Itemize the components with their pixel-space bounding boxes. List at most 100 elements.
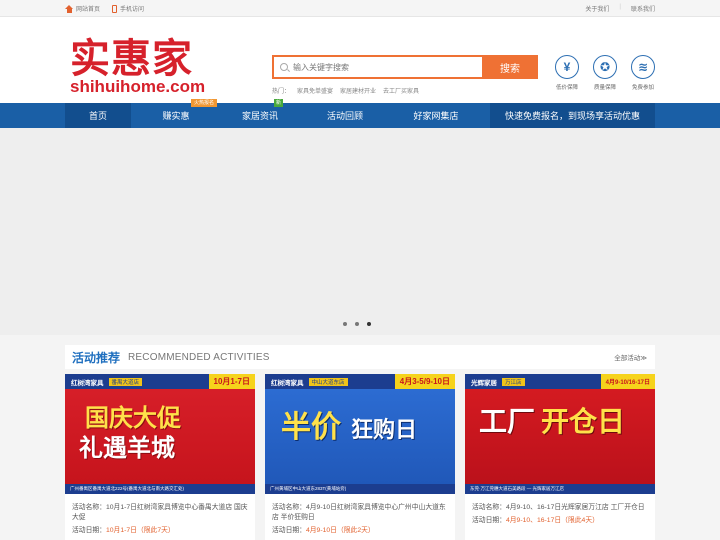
- activity-date-row: 活动日期：10月1-7日（限此7天）: [72, 526, 248, 536]
- activity-name-row: 活动名称：10月1-7日红树湾家具博览中心番禺大道店 国庆大促: [72, 503, 248, 523]
- logo-domain: shihuihome.com: [70, 77, 206, 96]
- contact-link[interactable]: 联系我们: [631, 4, 655, 13]
- poster-date: 10月1-7日: [208, 374, 255, 389]
- main-nav: 首页 赚实惠 火热报名 家居资讯 新 活动回顾 好家网集店 快速免费报名，到现场…: [0, 99, 720, 128]
- poster-brand: 光辉家居: [471, 379, 497, 387]
- nav-signup-cta[interactable]: 快速免费报名，到现场享活动优惠: [490, 103, 655, 128]
- nav-item-label: 家居资讯: [241, 111, 278, 121]
- home-link-label: 网站首页: [76, 7, 101, 13]
- activities-section: 活动推荐 RECOMMENDED ACTIVITIES 全部活动≫ 红树湾家具 …: [0, 335, 720, 540]
- all-activities-link[interactable]: 全部活动≫: [614, 352, 647, 362]
- poster-headline: 礼遇羊城: [79, 434, 175, 462]
- medal-icon: ✪: [593, 55, 617, 79]
- badge-low-price: ¥ 低价保障: [555, 55, 579, 91]
- nav-item-review[interactable]: 活动回顾: [299, 103, 391, 128]
- activity-date: 10月1-7日: [105, 527, 137, 534]
- search-input[interactable]: 输入关键字搜索: [272, 55, 482, 79]
- mobile-link-label: 手机访问: [120, 7, 145, 13]
- activity-info: 活动名称：4月9-10、16-17日光辉家居万江店 工厂开仓日 活动日期：4月9…: [465, 494, 655, 526]
- header: 实惠家 shihuihome.com 输入关键字搜索 搜索 热门： 家具免单盛宴…: [0, 17, 720, 103]
- site-logo[interactable]: 实惠家 shihuihome.com: [70, 37, 210, 96]
- search-icon: [280, 63, 288, 71]
- hot-label: 热门：: [272, 89, 291, 95]
- activity-poster[interactable]: 红树湾家具 中山大道东店 4月3-5/9-10日 半价 狂购日 广州黄埔区中山大…: [265, 374, 455, 494]
- hero-banner[interactable]: [0, 128, 720, 335]
- nav-item-label: 赚实惠: [162, 111, 190, 121]
- poster-date: 4月9-10/16-17日: [600, 374, 655, 389]
- home-icon: [65, 4, 73, 13]
- badge-label: 免费参加: [631, 85, 654, 91]
- home-link[interactable]: 网站首页: [65, 4, 100, 13]
- separator: |: [619, 4, 621, 10]
- hot-term[interactable]: 去工厂买家具: [383, 86, 419, 95]
- activity-poster[interactable]: 红树湾家具 番禺大道店 10月1-7日 国庆大促 礼遇羊城 广州番禺区番禺大道北…: [65, 374, 255, 494]
- hot-term[interactable]: 家居建材开业: [340, 86, 376, 95]
- yen-icon: ¥: [555, 55, 579, 79]
- activity-poster[interactable]: 光辉家居 万江店 4月9-10/16-17日 工厂 开仓日 东莞·万江莞穗大道石…: [465, 374, 655, 494]
- section-header: 活动推荐 RECOMMENDED ACTIVITIES 全部活动≫: [65, 345, 655, 369]
- logo-chinese: 实惠家: [70, 35, 193, 82]
- activity-name-row: 活动名称：4月9-10、16-17日光辉家居万江店 工厂开仓日: [472, 503, 648, 513]
- activity-remain: （限此4天）: [561, 517, 599, 524]
- carousel-dots: [342, 321, 372, 327]
- activity-remain: （限此2天）: [336, 527, 375, 534]
- top-bar-right: 关于我们 | 联系我们: [585, 4, 655, 13]
- activity-name-label: 活动名称：: [472, 504, 506, 511]
- carousel-dot[interactable]: [342, 321, 348, 327]
- poster-store: 番禺大道店: [108, 377, 143, 386]
- search-button[interactable]: 搜索: [482, 55, 538, 79]
- activity-date-row: 活动日期：4月9-10日（限此2天）: [272, 526, 448, 536]
- poster-address: 广州黄埔区中山大道东283T(黄埔站旁): [265, 484, 455, 494]
- activity-card[interactable]: 红树湾家具 番禺大道店 10月1-7日 国庆大促 礼遇羊城 广州番禺区番禺大道北…: [65, 374, 255, 540]
- nav-item-label: 好家网集店: [413, 111, 459, 121]
- hot-tag: 火热报名: [190, 99, 217, 107]
- section-title: 活动推荐: [72, 350, 121, 365]
- poster-store: 万江店: [502, 377, 525, 386]
- nav-item-label: 活动回顾: [326, 111, 363, 121]
- nav-item-deals[interactable]: 赚实惠 火热报名: [131, 99, 221, 128]
- mobile-link[interactable]: 手机访问: [112, 4, 144, 13]
- coins-icon: ≋: [631, 55, 655, 79]
- carousel-dot[interactable]: [354, 321, 360, 327]
- activity-date: 4月9-10、16-17日: [505, 517, 562, 524]
- section-title-en: RECOMMENDED ACTIVITIES: [128, 351, 270, 363]
- activity-name[interactable]: 4月9-10、16-17日光辉家居万江店 工厂开仓日: [506, 504, 645, 511]
- poster-headline: 开仓日: [541, 405, 626, 438]
- search-placeholder: 输入关键字搜索: [293, 62, 349, 72]
- badge-free: ≋ 免费参加: [631, 55, 655, 91]
- cta-label: 快速免费报名，到现场享活动优惠: [504, 111, 640, 121]
- activity-name-label: 活动名称：: [72, 504, 106, 511]
- carousel-dot[interactable]: [366, 321, 372, 327]
- poster-brand: 红树湾家具: [271, 379, 304, 387]
- poster-date: 4月3-5/9-10日: [394, 374, 455, 389]
- badge-label: 低价保障: [555, 85, 578, 91]
- hot-searches: 热门： 家具免单盛宴 家居建材开业 去工厂买家具: [272, 86, 419, 95]
- poster-brand: 红树湾家具: [71, 379, 104, 387]
- top-bar-left: 网站首页 手机访问: [65, 4, 144, 13]
- about-link[interactable]: 关于我们: [585, 4, 609, 13]
- activity-date: 4月9-10日: [305, 527, 337, 534]
- activity-card[interactable]: 红树湾家具 中山大道东店 4月3-5/9-10日 半价 狂购日 广州黄埔区中山大…: [265, 374, 455, 540]
- activity-remain: （限此7天）: [136, 527, 175, 534]
- activity-info: 活动名称：4月9-10日红树湾家具博览中心广州中山大道东店 半价狂购日 活动日期…: [265, 494, 455, 536]
- hot-term[interactable]: 家具免单盛宴: [297, 86, 333, 95]
- poster-address: 广州番禺区番禺大道北222号(番禺大道北与南大路交汇处): [65, 484, 255, 494]
- poster-store: 中山大道东店: [308, 377, 348, 386]
- activity-name-row: 活动名称：4月9-10日红树湾家具博览中心广州中山大道东店 半价狂购日: [272, 503, 448, 523]
- activity-name-label: 活动名称：: [272, 504, 306, 511]
- nav-item-news[interactable]: 家居资讯 新: [221, 99, 299, 128]
- nav-item-stores[interactable]: 好家网集店: [391, 103, 481, 128]
- poster-headline: 狂购日: [351, 418, 418, 443]
- poster-headline: 半价: [281, 410, 341, 445]
- nav-item-label: 首页: [88, 111, 107, 121]
- activity-date-label: 活动日期：: [472, 517, 506, 524]
- search-bar: 输入关键字搜索 搜索: [272, 55, 538, 79]
- nav-item-home[interactable]: 首页: [65, 103, 131, 128]
- top-bar: 网站首页 手机访问 关于我们 | 联系我们: [0, 0, 720, 17]
- badge-label: 质量保障: [593, 85, 616, 91]
- activity-date-label: 活动日期：: [72, 527, 106, 534]
- badge-quality: ✪ 质量保障: [593, 55, 617, 91]
- activity-date-label: 活动日期：: [272, 527, 306, 534]
- activity-card[interactable]: 光辉家居 万江店 4月9-10/16-17日 工厂 开仓日 东莞·万江莞穗大道石…: [465, 374, 655, 540]
- new-tag: 新: [273, 99, 283, 107]
